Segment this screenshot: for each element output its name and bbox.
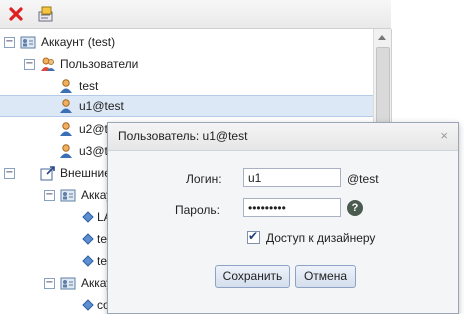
account-card-icon bbox=[60, 275, 76, 291]
tree-node-label: Внешние bbox=[60, 166, 111, 180]
toolbar bbox=[0, 0, 391, 29]
delete-x-icon[interactable] bbox=[7, 5, 25, 23]
user-icon bbox=[58, 98, 74, 114]
tree-node-user-test[interactable]: test bbox=[0, 75, 374, 97]
domain-suffix: @test bbox=[347, 172, 379, 186]
dialog-titlebar[interactable]: Пользователь: u1@test × bbox=[108, 123, 458, 151]
user-dialog: Пользователь: u1@test × Логин: @test Пар… bbox=[107, 122, 459, 314]
password-label: Пароль: bbox=[175, 203, 220, 217]
account-card-icon bbox=[60, 187, 76, 203]
users-group-icon bbox=[40, 56, 56, 72]
user-icon bbox=[58, 121, 74, 137]
diamond-icon bbox=[80, 209, 96, 225]
tree-node-label: u2@t bbox=[79, 122, 108, 136]
password-input[interactable] bbox=[243, 198, 341, 217]
diamond-icon bbox=[80, 253, 96, 269]
config-icon[interactable] bbox=[37, 5, 55, 23]
tree-node-users-folder[interactable]: − Пользователи bbox=[0, 53, 374, 75]
tree-node-user-u1[interactable]: u1@test bbox=[0, 95, 374, 117]
tree-node-label: te bbox=[97, 254, 108, 268]
tree-node-label: test bbox=[79, 79, 99, 93]
tree-node-label: te bbox=[97, 232, 108, 246]
account-card-icon bbox=[20, 34, 36, 50]
collapse-toggle[interactable]: − bbox=[44, 190, 55, 201]
tree-node-label: u3@t bbox=[79, 144, 108, 158]
diamond-icon bbox=[80, 231, 96, 247]
save-button[interactable]: Сохранить bbox=[215, 265, 290, 288]
collapse-toggle[interactable]: − bbox=[24, 59, 35, 70]
checkmark-icon: ✔ bbox=[248, 229, 259, 243]
dialog-title: Пользователь: u1@test bbox=[118, 129, 248, 143]
collapse-toggle[interactable]: − bbox=[4, 37, 15, 48]
user-icon bbox=[58, 78, 74, 94]
scroll-up-arrow-icon[interactable] bbox=[378, 35, 386, 40]
diamond-icon bbox=[80, 297, 96, 313]
tree-node-label: Аккаунт (test) bbox=[41, 35, 116, 49]
tree-node-label: u1@test bbox=[79, 99, 124, 113]
designer-access-checkbox[interactable]: ✔ bbox=[247, 229, 260, 244]
tree-node-account[interactable]: − Аккаунт (test) bbox=[0, 31, 374, 53]
close-icon[interactable]: × bbox=[440, 128, 448, 143]
login-input[interactable] bbox=[243, 168, 341, 187]
cancel-button[interactable]: Отмена bbox=[295, 265, 356, 288]
designer-access-label[interactable]: Доступ к дизайнеру bbox=[266, 231, 375, 245]
collapse-toggle[interactable]: − bbox=[4, 168, 15, 179]
user-icon bbox=[58, 143, 74, 159]
collapse-toggle[interactable]: − bbox=[44, 278, 55, 289]
login-label: Логин: bbox=[186, 172, 222, 186]
tree-node-label: Пользователи bbox=[60, 57, 139, 71]
external-link-icon bbox=[40, 165, 56, 181]
help-icon[interactable]: ? bbox=[347, 200, 363, 216]
scroll-thumb[interactable] bbox=[376, 47, 390, 134]
